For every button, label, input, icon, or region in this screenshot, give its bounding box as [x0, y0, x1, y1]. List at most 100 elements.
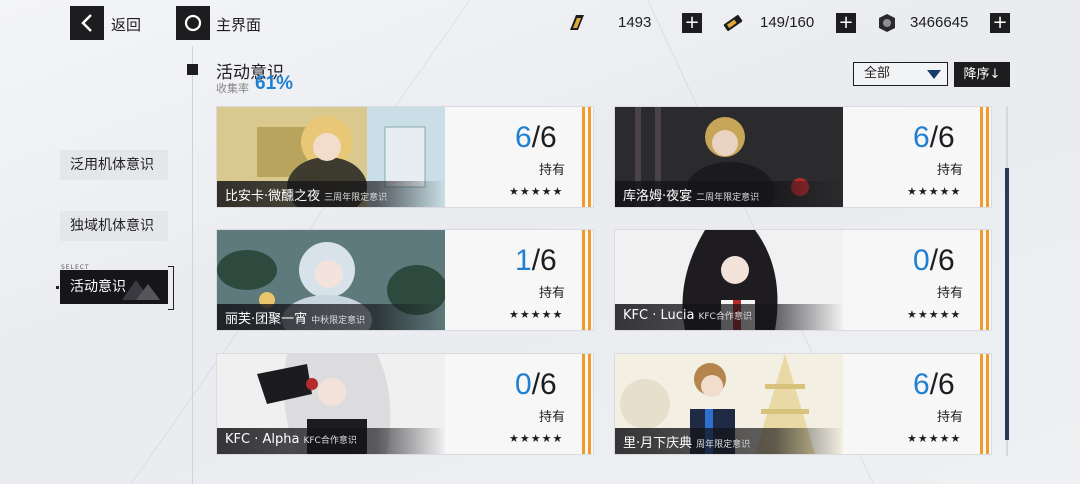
star-rating: ★★★★★	[509, 308, 564, 321]
held-label: 持有	[937, 286, 964, 301]
held-label: 持有	[539, 286, 566, 301]
chevron-left-icon	[81, 14, 92, 32]
card-name: KFC · Lucia	[623, 308, 695, 323]
card-tag: KFC合作意识	[698, 312, 752, 322]
memory-card-liv[interactable]: 丽芙·团聚一宵 中秋限定意识 1/6 持有 ★★★★★	[216, 229, 594, 331]
owned-count: 6/6	[913, 121, 955, 155]
card-name-wrap: KFC · Lucia KFC合作意识	[623, 308, 752, 323]
sidebar-item-label: 泛用机体意识	[70, 157, 154, 173]
coin-count: 3466645	[910, 14, 969, 31]
owned-count: 0/6	[913, 244, 955, 278]
card-tag: 周年限定意识	[696, 440, 751, 450]
orange-stripe	[588, 354, 591, 454]
energy-count: 149/160	[760, 14, 815, 31]
name-bar: 里·月下庆典 周年限定意识	[615, 428, 843, 454]
circle-home-icon	[184, 14, 202, 32]
header-marker	[187, 64, 198, 75]
card-tag: 中秋限定意识	[311, 316, 366, 326]
collection-rate-value: 61%	[255, 73, 294, 94]
card-name: 比安卡·微醺之夜	[225, 189, 321, 204]
cog-coin-icon	[879, 14, 895, 32]
owned-current: 6	[913, 121, 930, 154]
filter-dropdown[interactable]: 全部	[853, 62, 948, 86]
top-bar: 返回 主界面 1493 + 149/160 + 3466645 +	[0, 0, 1080, 46]
select-bracket	[168, 266, 174, 310]
gold-count: 1493	[618, 14, 652, 31]
orange-stripe	[980, 354, 983, 454]
star-rating: ★★★★★	[509, 432, 564, 445]
owned-current: 0	[913, 244, 930, 277]
orange-stripe	[582, 354, 585, 454]
back-label[interactable]: 返回	[111, 14, 141, 35]
memory-card-bianca[interactable]: 比安卡·微醺之夜 三周年限定意识 6/6 持有 ★★★★★	[216, 106, 594, 208]
filter-value: 全部	[864, 66, 891, 81]
orange-stripe	[588, 230, 591, 330]
held-label: 持有	[539, 410, 566, 425]
orange-stripe	[986, 230, 989, 330]
held-label: 持有	[539, 163, 566, 178]
orange-stripe	[986, 354, 989, 454]
memory-card-lee[interactable]: 里·月下庆典 周年限定意识 6/6 持有 ★★★★★	[614, 353, 992, 455]
card-name-wrap: 比安卡·微醺之夜 三周年限定意识	[225, 185, 387, 204]
memory-card-kfc-alpha[interactable]: KFC · Alpha KFC合作意识 0/6 持有 ★★★★★	[216, 353, 594, 455]
card-name: 里·月下庆典	[623, 436, 693, 451]
back-button[interactable]	[70, 6, 104, 40]
card-name-wrap: KFC · Alpha KFC合作意识	[225, 432, 357, 447]
gold-bar-icon	[570, 15, 584, 30]
name-bar: KFC · Alpha KFC合作意识	[217, 428, 445, 454]
owned-total: /6	[531, 244, 557, 277]
sidebar-item-exclusive[interactable]: 独域机体意识	[60, 211, 168, 241]
add-coin-button[interactable]: +	[990, 13, 1010, 33]
star-rating: ★★★★★	[907, 308, 962, 321]
sidebar-item-label: 独域机体意识	[70, 218, 154, 234]
scrollbar-thumb[interactable]	[1005, 168, 1009, 440]
owned-total: /6	[929, 121, 955, 154]
owned-count: 6/6	[515, 121, 557, 155]
owned-total: /6	[531, 368, 557, 401]
home-button[interactable]	[176, 6, 210, 40]
name-bar: 丽芙·团聚一宵 中秋限定意识	[217, 304, 445, 330]
orange-stripe	[980, 230, 983, 330]
sort-button[interactable]: 降序↓	[954, 62, 1010, 87]
card-tag: 二周年限定意识	[696, 193, 760, 203]
star-rating: ★★★★★	[907, 432, 962, 445]
name-bar: KFC · Lucia KFC合作意识	[615, 304, 843, 330]
card-name: 库洛姆·夜宴	[623, 189, 693, 204]
memory-card-chrome[interactable]: 库洛姆·夜宴 二周年限定意识 6/6 持有 ★★★★★	[614, 106, 992, 208]
owned-current: 6	[515, 121, 532, 154]
orange-stripe	[582, 230, 585, 330]
sidebar-item-label: 活动意识	[70, 279, 126, 295]
owned-total: /6	[929, 244, 955, 277]
card-name-wrap: 丽芙·团聚一宵 中秋限定意识	[225, 308, 365, 327]
orange-stripe	[980, 107, 983, 207]
owned-count: 0/6	[515, 368, 557, 402]
add-gold-button[interactable]: +	[682, 13, 702, 33]
owned-total: /6	[531, 121, 557, 154]
held-label: 持有	[937, 163, 964, 178]
orange-stripe	[582, 107, 585, 207]
owned-current: 0	[515, 368, 532, 401]
add-energy-button[interactable]: +	[836, 13, 856, 33]
card-name-wrap: 里·月下庆典 周年限定意识	[623, 432, 750, 451]
dropdown-arrow-icon	[927, 70, 941, 79]
memory-card-kfc-lucia[interactable]: KFC · Lucia KFC合作意识 0/6 持有 ★★★★★	[614, 229, 992, 331]
owned-current: 1	[515, 244, 532, 277]
sidebar-divider	[192, 46, 193, 484]
collection-rate-label: 收集率	[216, 82, 249, 95]
battery-icon	[723, 14, 743, 32]
name-bar: 比安卡·微醺之夜 三周年限定意识	[217, 181, 445, 207]
owned-count: 1/6	[515, 244, 557, 278]
card-name-wrap: 库洛姆·夜宴 二周年限定意识	[623, 185, 759, 204]
sidebar-item-general[interactable]: 泛用机体意识	[60, 150, 168, 180]
name-bar: 库洛姆·夜宴 二周年限定意识	[615, 181, 843, 207]
owned-current: 6	[913, 368, 930, 401]
orange-stripe	[986, 107, 989, 207]
held-label: 持有	[937, 410, 964, 425]
home-label[interactable]: 主界面	[216, 14, 261, 35]
card-tag: 三周年限定意识	[324, 193, 388, 203]
star-rating: ★★★★★	[907, 185, 962, 198]
sidebar-item-event[interactable]: 活动意识	[60, 270, 168, 304]
card-name: KFC · Alpha	[225, 432, 300, 447]
card-name: 丽芙·团聚一宵	[225, 312, 308, 327]
owned-total: /6	[929, 368, 955, 401]
